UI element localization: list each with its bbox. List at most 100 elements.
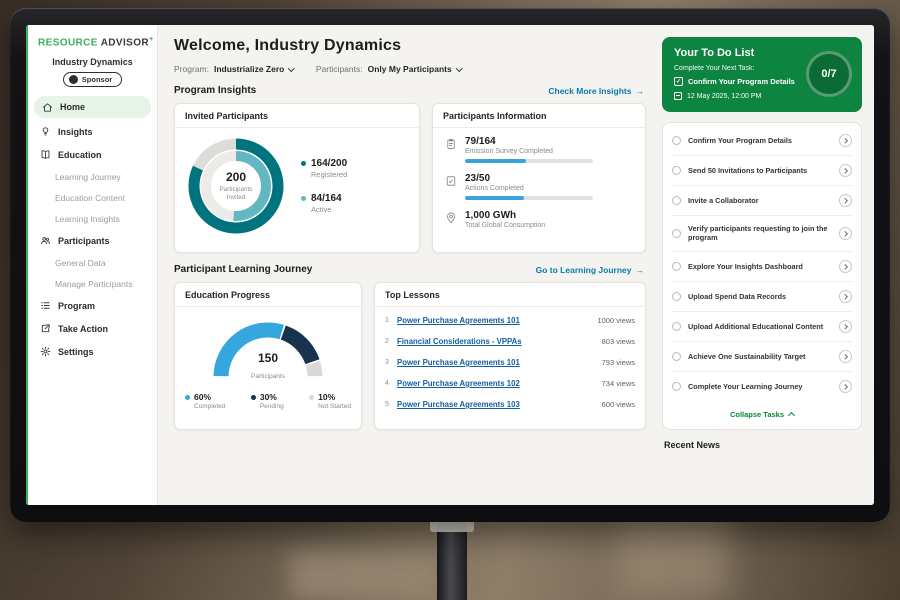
task-row-6[interactable]: Upload Additional Educational Content (672, 312, 852, 342)
legend-not-started: 10% Not Started (309, 392, 351, 410)
sidebar-item-take-action[interactable]: Take Action (28, 317, 157, 340)
task-chevron-button[interactable] (839, 134, 852, 147)
task-checkbox[interactable] (672, 292, 681, 301)
stat-actions-completed: 23/50 Actions Completed (445, 173, 633, 200)
legend-dot-not-started (309, 395, 314, 400)
task-checkbox[interactable] (672, 136, 681, 145)
task-chevron-button[interactable] (839, 320, 852, 333)
task-row-0[interactable]: Confirm Your Program Details (672, 126, 852, 156)
task-chevron-button[interactable] (839, 380, 852, 393)
chevron-up-icon (788, 412, 795, 419)
org-name: Industry Dynamics (28, 57, 157, 67)
invited-legend: 164/200 Registered 84/164 Active (301, 158, 347, 214)
gear-icon (40, 346, 51, 357)
invited-donut-chart: 200 Participants Invited (183, 133, 289, 239)
lesson-link[interactable]: Power Purchase Agreements 101 (397, 316, 520, 325)
bulb-icon (40, 126, 51, 137)
sidebar-nav: Home Insights Education Learning Journey… (28, 96, 157, 363)
task-row-2[interactable]: Invite a Collaborator (672, 186, 852, 216)
home-icon (42, 102, 53, 113)
lesson-row: 5 Power Purchase Agreements 103 600 view… (385, 394, 635, 415)
monitor-bezel: RESOURCE ADVISOR+ Industry Dynamics Spon… (10, 8, 890, 522)
task-row-5[interactable]: Upload Spend Data Records (672, 282, 852, 312)
lesson-link[interactable]: Financial Considerations - VPPAs (397, 337, 522, 346)
stat-global-consumption: 1,000 GWh Total Global Consumption (445, 210, 633, 229)
go-to-learning-journey-link[interactable]: Go to Learning Journey → (536, 265, 644, 275)
sidebar-item-general-data[interactable]: General Data (28, 252, 157, 273)
chevron-down-icon (456, 65, 462, 71)
main-content: Welcome, Industry Dynamics Program: Indu… (158, 25, 658, 505)
lesson-row: 2 Financial Considerations - VPPAs 803 v… (385, 331, 635, 352)
stat-emission-survey: 79/164 Emission Survey Completed (445, 136, 633, 163)
top-lessons-card: Top Lessons 1 Power Purchase Agreements … (374, 282, 646, 430)
education-legend: 60% Completed 30% Pending 10% Not Starte… (175, 385, 361, 410)
sidebar-item-insights[interactable]: Insights (28, 120, 157, 143)
sponsor-badge[interactable]: Sponsor (63, 72, 122, 87)
progress-bar (465, 196, 593, 200)
task-checkbox[interactable] (672, 322, 681, 331)
check-doc-icon (445, 174, 457, 186)
education-progress-card: Education Progress 150 Participants 60% … (174, 282, 362, 430)
lesson-row: 3 Power Purchase Agreements 101 793 view… (385, 352, 635, 373)
lesson-link[interactable]: Power Purchase Agreements 101 (397, 358, 520, 367)
collapse-tasks-link[interactable]: Collapse Tasks (672, 401, 852, 426)
sponsor-icon (69, 75, 78, 84)
legend-dot-pending (251, 395, 256, 400)
card-title: Invited Participants (175, 104, 419, 128)
task-checkbox[interactable] (672, 196, 681, 205)
task-chevron-button[interactable] (839, 227, 852, 240)
sidebar-item-manage-participants[interactable]: Manage Participants (28, 273, 157, 294)
task-checkbox[interactable] (672, 262, 681, 271)
todo-panel: Your To Do List Complete Your Next Task:… (658, 25, 874, 505)
gauge-center-label: 150 Participants (202, 351, 334, 383)
task-row-3[interactable]: Verify participants requesting to join t… (672, 216, 852, 252)
card-title: Education Progress (175, 283, 361, 307)
sidebar-item-home[interactable]: Home (34, 96, 151, 118)
sidebar-item-program[interactable]: Program (28, 294, 157, 317)
task-row-8[interactable]: Complete Your Learning Journey (672, 372, 852, 401)
task-checkbox[interactable] (672, 166, 681, 175)
legend-active: 84/164 Active (301, 193, 347, 214)
task-checkbox[interactable] (672, 352, 681, 361)
brand-logo: RESOURCE ADVISOR+ (28, 33, 157, 50)
sidebar-item-participants[interactable]: Participants (28, 229, 157, 252)
lesson-link[interactable]: Power Purchase Agreements 102 (397, 379, 520, 388)
task-chevron-button[interactable] (839, 164, 852, 177)
task-chevron-button[interactable] (839, 290, 852, 303)
action-arrow-icon (40, 323, 51, 334)
lesson-row: 4 Power Purchase Agreements 102 734 view… (385, 373, 635, 394)
todo-progress-ring: 0/7 (806, 51, 852, 97)
location-pin-icon (445, 211, 457, 223)
legend-completed: 60% Completed (185, 392, 225, 410)
legend-dot-active (301, 196, 306, 201)
program-dropdown[interactable]: Program: Industrialize Zero (174, 64, 294, 74)
sidebar: RESOURCE ADVISOR+ Industry Dynamics Spon… (26, 25, 158, 505)
recent-news-header: Recent News (662, 440, 862, 450)
task-row-4[interactable]: Explore Your Insights Dashboard (672, 252, 852, 282)
sidebar-item-learning-insights[interactable]: Learning Insights (28, 208, 157, 229)
sidebar-item-education-content[interactable]: Education Content (28, 187, 157, 208)
legend-pending: 30% Pending (251, 392, 284, 410)
lesson-row: 1 Power Purchase Agreements 101 1000 vie… (385, 310, 635, 331)
progress-bar (465, 159, 593, 163)
education-gauge-chart: 150 Participants (202, 311, 334, 385)
task-checkbox[interactable] (672, 229, 681, 238)
task-checkbox[interactable] (672, 382, 681, 391)
people-icon (40, 235, 51, 246)
lesson-link[interactable]: Power Purchase Agreements 103 (397, 400, 520, 409)
sidebar-item-settings[interactable]: Settings (28, 340, 157, 363)
task-chevron-button[interactable] (839, 194, 852, 207)
task-row-1[interactable]: Send 50 Invitations to Participants (672, 156, 852, 186)
donut-center-label: 200 Participants Invited (183, 133, 289, 239)
task-row-7[interactable]: Achieve One Sustainability Target (672, 342, 852, 372)
task-chevron-button[interactable] (839, 260, 852, 273)
survey-icon (445, 137, 457, 149)
sidebar-item-education[interactable]: Education (28, 143, 157, 166)
participants-dropdown[interactable]: Participants: Only My Participants (316, 64, 461, 74)
task-chevron-button[interactable] (839, 350, 852, 363)
card-title: Participants Information (433, 104, 645, 128)
sidebar-item-learning-journey[interactable]: Learning Journey (28, 166, 157, 187)
lesson-list: 1 Power Purchase Agreements 101 1000 vie… (375, 307, 645, 418)
arrow-right-icon: → (636, 265, 645, 275)
check-more-insights-link[interactable]: Check More Insights → (548, 86, 644, 96)
